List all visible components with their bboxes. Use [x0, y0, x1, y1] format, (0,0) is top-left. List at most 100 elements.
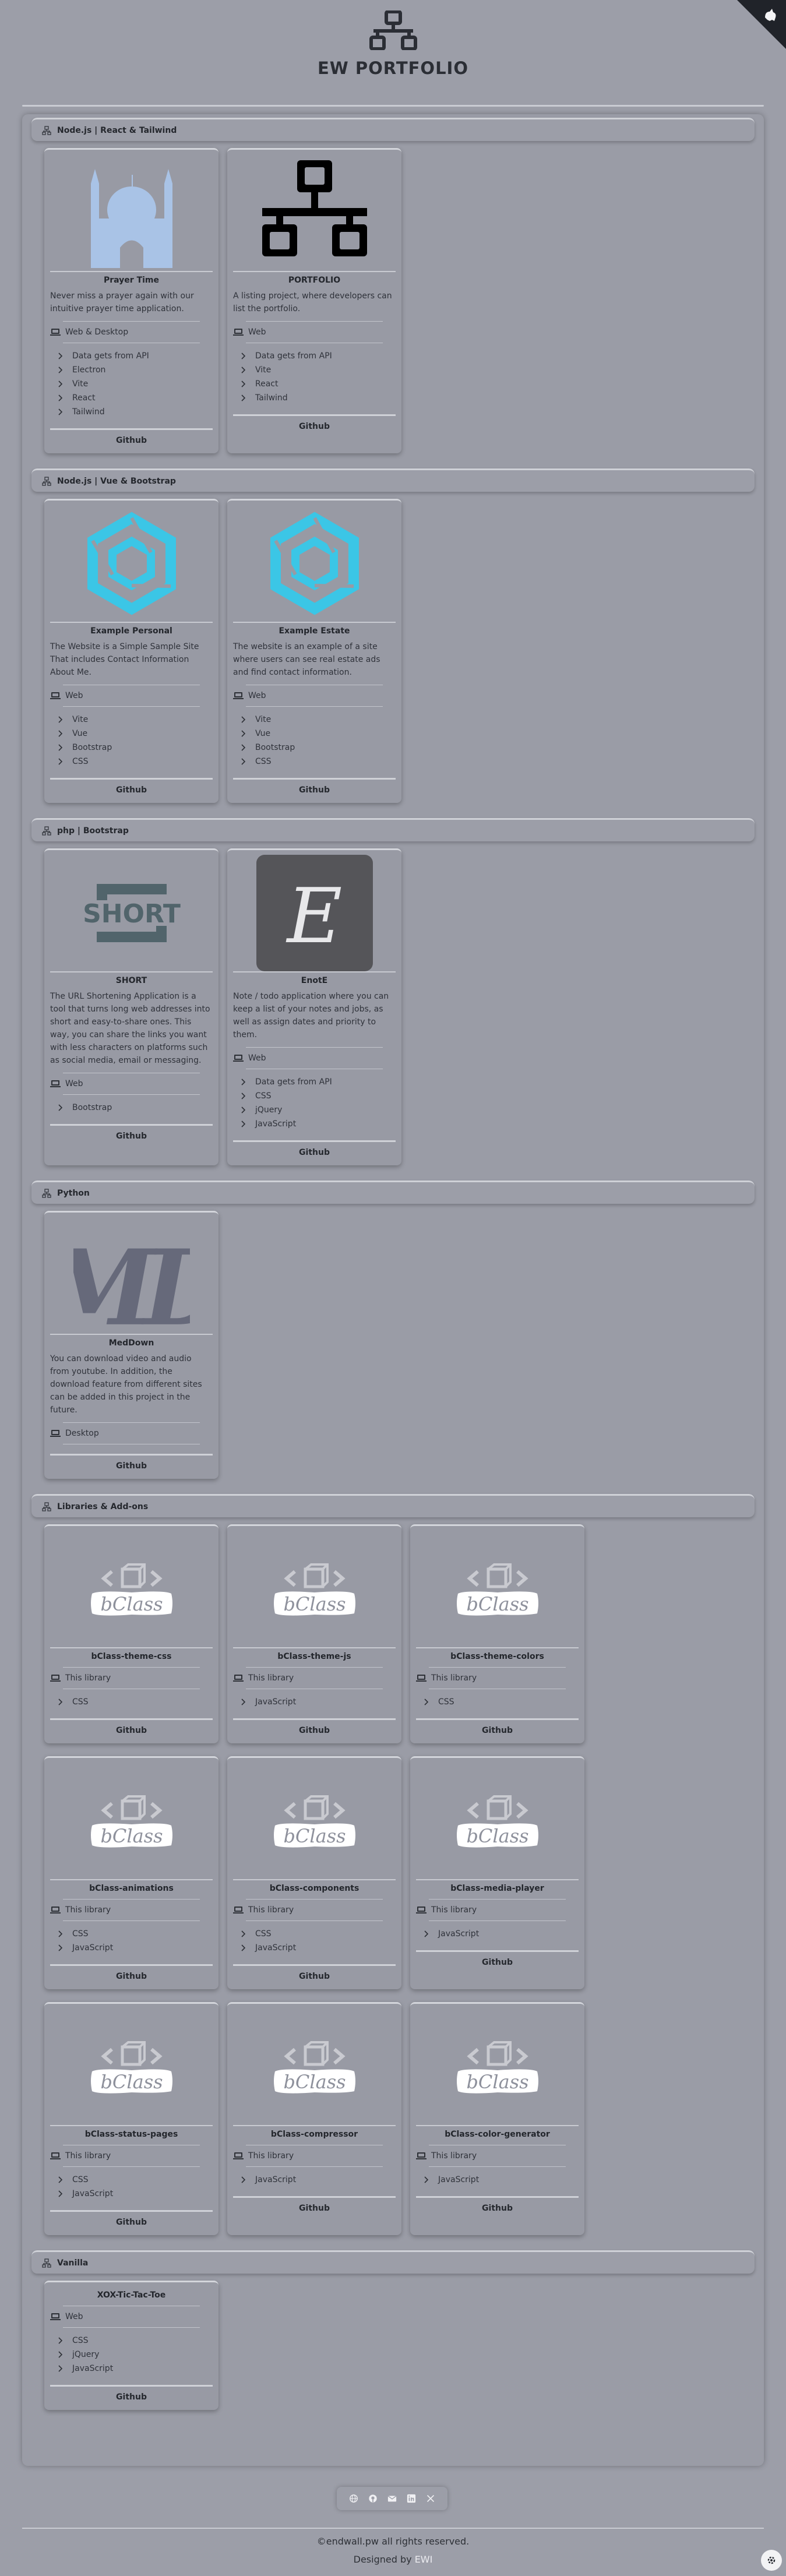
chevron-right-icon: [58, 730, 63, 737]
github-button[interactable]: Github: [416, 1952, 579, 1969]
gear-icon: [767, 2556, 776, 2564]
tech-item: CSS: [241, 755, 396, 769]
chevron-right-icon: [241, 744, 246, 751]
chevron-right-icon: [241, 1944, 246, 1951]
divider: [63, 2166, 200, 2167]
svg-text:bClass: bClass: [283, 1593, 346, 1615]
github-button[interactable]: Github: [50, 2387, 213, 2404]
svg-text:E: E: [286, 872, 342, 960]
platform-label: Web: [65, 1079, 83, 1088]
platform-info: Desktop: [50, 1429, 213, 1438]
section-title: Node.js | React & Tailwind: [57, 125, 177, 135]
github-button[interactable]: Github: [233, 1720, 396, 1738]
github-button[interactable]: Github: [50, 2212, 213, 2229]
tech-item: CSS: [241, 1089, 396, 1103]
tech-label: JavaScript: [255, 1697, 297, 1707]
tech-item: CSS: [58, 755, 213, 769]
laptop-icon: [50, 692, 61, 699]
platform-label: Web: [65, 2312, 83, 2321]
github-button[interactable]: Github: [233, 416, 396, 434]
card-footer: Github: [233, 1140, 396, 1160]
github-button[interactable]: Github: [50, 1720, 213, 1738]
tech-label: React: [72, 393, 96, 403]
card-footer: Github: [233, 414, 396, 434]
scroll-top-button[interactable]: [761, 2550, 782, 2571]
tech-label: CSS: [72, 757, 89, 766]
globe-icon[interactable]: [348, 2493, 359, 2504]
divider: [63, 1094, 200, 1095]
chevron-right-icon: [424, 1930, 429, 1937]
tech-list: CSS JavaScript: [58, 1927, 213, 1955]
project-title: bClass-color-generator: [416, 2125, 579, 2139]
github-button[interactable]: Github: [233, 780, 396, 797]
x-icon[interactable]: [425, 2493, 436, 2504]
project-grid: SHORT SHORT The URL Shortening Application…: [31, 841, 755, 1177]
chevron-right-icon: [241, 1079, 246, 1086]
project-card: XOX-Tic-Tac-Toe Web CSS jQuery JavaScript Git…: [44, 2281, 218, 2410]
laptop-icon: [50, 1430, 61, 1437]
project-card: bClass bClass-media-player This library Jav…: [410, 1756, 584, 1989]
divider: [429, 2166, 566, 2167]
tech-label: CSS: [255, 1929, 272, 1939]
chevron-right-icon: [58, 380, 63, 387]
tech-list: CSS JavaScript: [58, 2173, 213, 2201]
github-button[interactable]: Github: [50, 1456, 213, 1473]
short-logo-icon: SHORT: [83, 884, 180, 942]
tech-item: Vite: [241, 363, 396, 377]
chevron-right-icon: [424, 2176, 429, 2183]
chevron-right-icon: [58, 744, 63, 751]
github-button[interactable]: Github: [233, 1966, 396, 1983]
divider: [246, 706, 383, 707]
project-image: bClass: [73, 1531, 190, 1647]
bclass-logo-icon: bClass: [456, 2041, 538, 2094]
project-image: SHORT: [73, 855, 190, 971]
linkedin-icon[interactable]: [406, 2493, 417, 2504]
card-footer: Github: [50, 1454, 213, 1473]
cat-icon[interactable]: [762, 6, 779, 23]
project-image: [256, 505, 373, 622]
tech-label: JavaScript: [72, 2364, 114, 2373]
platform-label: This library: [248, 2151, 294, 2161]
github-button[interactable]: Github: [50, 780, 213, 797]
project-card: Prayer Time Never miss a prayer again wit…: [44, 148, 218, 453]
tech-label: CSS: [72, 1929, 89, 1939]
github-button[interactable]: Github: [416, 1720, 579, 1738]
tech-label: JavaScript: [438, 1929, 480, 1939]
github-button[interactable]: Github: [50, 1966, 213, 1983]
platform-info: Web: [50, 691, 213, 700]
tech-list: Vite Vue Bootstrap CSS: [58, 713, 213, 769]
project-description: The Website is a Simple Sample Site That…: [50, 642, 199, 677]
github-button[interactable]: Github: [233, 1142, 396, 1160]
project-image: bClass: [439, 1763, 556, 1879]
chevron-right-icon: [58, 2351, 63, 2358]
project-card: PORTFOLIO A listing project, where develo…: [227, 148, 401, 453]
github-button[interactable]: Github: [50, 430, 213, 447]
tech-list: Data gets from API CSS jQuery JavaScript: [241, 1075, 396, 1131]
meddown-logo-icon: MD: [43, 1227, 240, 1349]
tech-item: Vite: [58, 713, 213, 727]
divider: [63, 1920, 200, 1921]
project-title: XOX-Tic-Tac-Toe: [97, 2290, 166, 2300]
github-button[interactable]: Github: [50, 1126, 213, 1143]
tech-item: JavaScript: [58, 1941, 213, 1955]
github-button[interactable]: Github: [233, 2198, 396, 2215]
github-icon[interactable]: [368, 2493, 378, 2504]
section-header: php | Bootstrap: [31, 818, 755, 841]
platform-label: This library: [65, 2151, 111, 2161]
github-button[interactable]: Github: [416, 2198, 579, 2215]
chevron-right-icon: [58, 353, 63, 360]
project-image: bClass: [256, 1531, 373, 1647]
footer-divider: [22, 2528, 764, 2529]
tech-item: JavaScript: [424, 2173, 579, 2187]
tech-item: Data gets from API: [241, 1075, 396, 1089]
svg-text:bClass: bClass: [283, 2071, 346, 2093]
tech-item: CSS: [58, 2334, 213, 2348]
designer-link[interactable]: EWI: [415, 2554, 433, 2565]
tech-label: CSS: [72, 1697, 89, 1707]
tech-item: Bootstrap: [58, 1101, 213, 1115]
bclass-logo-icon: bClass: [90, 1795, 172, 1848]
network-logo-icon[interactable]: [369, 10, 418, 50]
platform-info: This library: [416, 1673, 579, 1683]
mail-icon[interactable]: [387, 2493, 397, 2504]
copyright-text: ©endwall.pw all rights reserved.: [316, 2536, 470, 2547]
